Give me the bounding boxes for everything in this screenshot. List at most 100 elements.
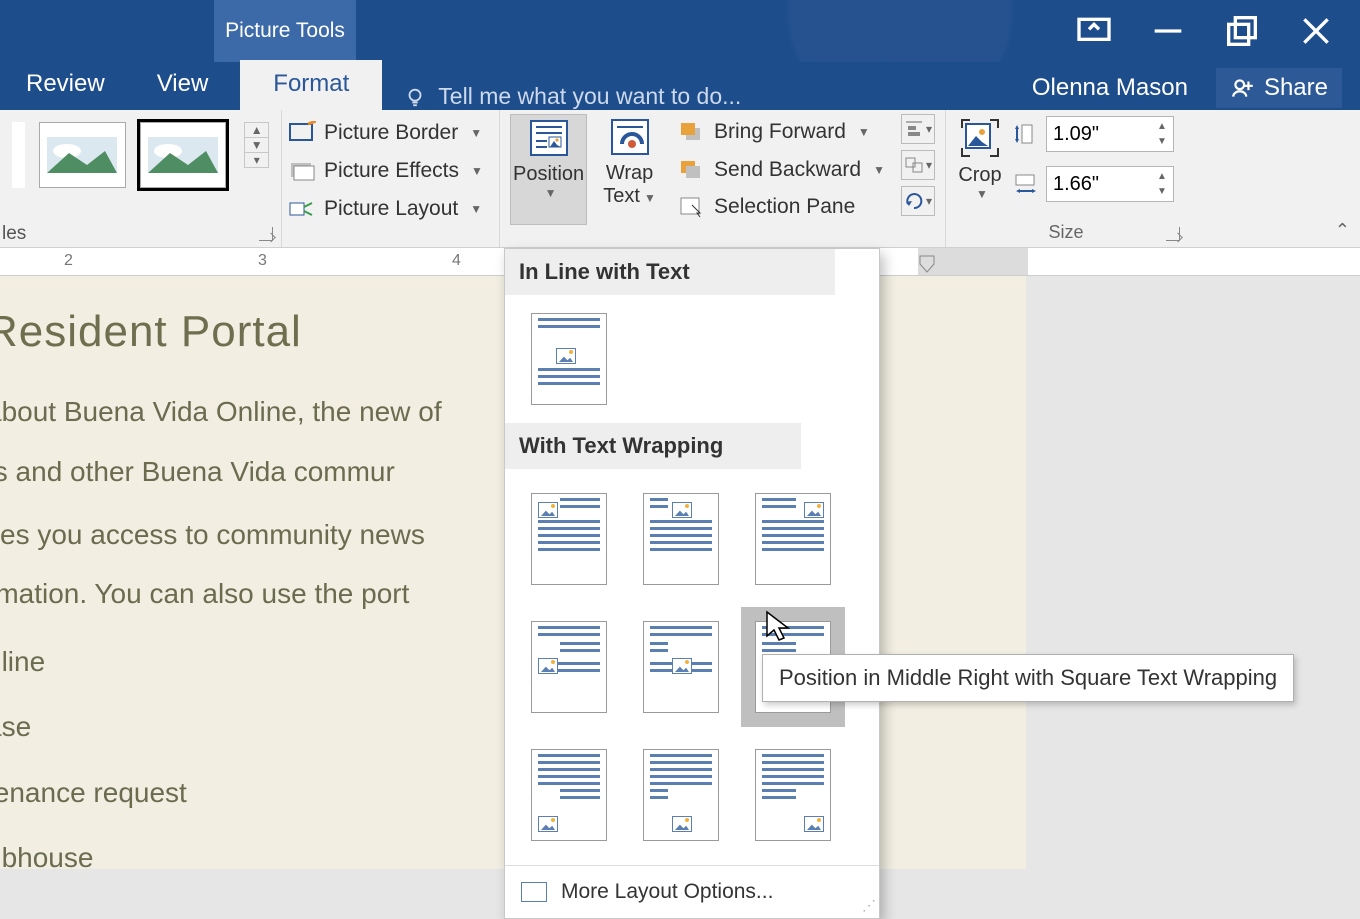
- position-inline-grid: [505, 295, 879, 423]
- height-icon: [1012, 122, 1040, 146]
- picture-effects-icon: [288, 159, 316, 183]
- align-icon: [904, 120, 924, 138]
- position-top-center[interactable]: [643, 493, 719, 585]
- styles-gallery[interactable]: ▲ ▼ ▾: [8, 116, 273, 194]
- picture-border-button[interactable]: Picture Border▼: [288, 114, 493, 152]
- bring-forward-button[interactable]: Bring Forward▼: [672, 114, 891, 150]
- position-inline-with-text[interactable]: [531, 313, 607, 405]
- position-section-inline-header: In Line with Text: [505, 249, 835, 295]
- gallery-scroll-down[interactable]: ▼: [245, 138, 268, 153]
- gallery-more[interactable]: ▾: [245, 153, 268, 167]
- picture-border-label: Picture Border: [324, 121, 458, 145]
- picture-layout-label: Picture Layout: [324, 197, 458, 221]
- rotate-button[interactable]: ▾: [901, 186, 935, 216]
- panel-resize-grip[interactable]: ⋰: [862, 897, 873, 914]
- crop-label: Crop: [958, 164, 1001, 187]
- send-backward-button[interactable]: Send Backward▼: [672, 152, 891, 188]
- height-up[interactable]: ▲: [1153, 119, 1171, 134]
- close-button[interactable]: [1296, 11, 1336, 51]
- gallery-scroll-up[interactable]: ▲: [245, 123, 268, 138]
- picture-effects-label: Picture Effects: [324, 159, 459, 183]
- tab-view[interactable]: View: [131, 60, 235, 110]
- more-layout-label: More Layout Options...: [561, 880, 773, 904]
- tell-me-search[interactable]: Tell me what you want to do...: [404, 83, 741, 110]
- selection-pane-icon: [678, 195, 706, 219]
- tab-format[interactable]: Format: [240, 60, 382, 110]
- tab-review[interactable]: Review: [0, 60, 131, 110]
- dimensions: 1.09" ▲▼ 1.66" ▲▼: [1012, 116, 1174, 202]
- gallery-scroll[interactable]: ▲ ▼ ▾: [244, 122, 269, 168]
- arrange-stack: Bring Forward▼ Send Backward▼ Selection …: [672, 114, 891, 225]
- picture-adjust-group: Picture Border▼ Picture Effects▼ Picture…: [282, 110, 500, 247]
- arrange-group: Position ▼ Wrap Text▼ Bring Forward▼ Sen…: [500, 110, 946, 247]
- ribbon: ▲ ▼ ▾ les Picture Border▼ Picture Effect…: [0, 110, 1360, 248]
- user-area: Olenna Mason Share: [1032, 68, 1342, 108]
- share-label: Share: [1264, 74, 1328, 102]
- style-thumb-cut[interactable]: [12, 122, 25, 188]
- position-top-right[interactable]: [755, 493, 831, 585]
- height-down[interactable]: ▼: [1153, 134, 1171, 149]
- share-button[interactable]: Share: [1216, 68, 1342, 108]
- align-column: ▾ ▾ ▾: [895, 114, 935, 225]
- align-button[interactable]: ▾: [901, 114, 935, 144]
- position-tooltip: Position in Middle Right with Square Tex…: [762, 654, 1294, 702]
- style-thumb-2-selected[interactable]: [140, 122, 227, 188]
- picture-effects-button[interactable]: Picture Effects▼: [288, 152, 493, 190]
- size-group: Crop ▼ 1.09" ▲▼ 1.66" ▲▼ Size: [946, 110, 1186, 247]
- crop-button[interactable]: Crop ▼: [958, 116, 1002, 201]
- position-bottom-right[interactable]: [755, 749, 831, 841]
- minimize-button[interactable]: [1148, 11, 1188, 51]
- position-dropdown-panel: In Line with Text With Text Wrapping: [504, 248, 880, 919]
- size-dialog-launcher[interactable]: [1166, 227, 1180, 241]
- bring-forward-icon: [678, 120, 706, 144]
- mouse-cursor-icon: [764, 610, 794, 649]
- ribbon-display-options-icon[interactable]: [1074, 11, 1114, 51]
- contextual-tab-label: Picture Tools: [225, 19, 345, 43]
- send-backward-icon: [678, 158, 706, 182]
- position-top-left[interactable]: [531, 493, 607, 585]
- tell-me-placeholder: Tell me what you want to do...: [438, 83, 741, 110]
- styles-dialog-launcher[interactable]: [259, 227, 273, 241]
- indent-marker-icon[interactable]: [918, 254, 936, 274]
- position-middle-center[interactable]: [643, 621, 719, 713]
- selection-pane-label: Selection Pane: [714, 195, 855, 219]
- styles-group-label: les: [2, 223, 26, 245]
- position-middle-left[interactable]: [531, 621, 607, 713]
- height-input[interactable]: 1.09" ▲▼: [1046, 116, 1174, 152]
- position-bottom-center[interactable]: [643, 749, 719, 841]
- picture-layout-button[interactable]: Picture Layout▼: [288, 190, 493, 228]
- size-group-label: Size: [946, 222, 1186, 243]
- more-layout-options[interactable]: More Layout Options...: [505, 865, 879, 918]
- window-controls: [1074, 0, 1360, 62]
- bring-forward-label: Bring Forward: [714, 120, 846, 144]
- contextual-tab-picture-tools: Picture Tools: [214, 0, 356, 62]
- wrap-text-button[interactable]: Wrap Text▼: [591, 114, 668, 225]
- wrap-text-icon: [608, 118, 652, 158]
- crop-icon: [958, 116, 1002, 160]
- collapse-ribbon-icon[interactable]: ⌃: [1335, 220, 1350, 241]
- width-down[interactable]: ▼: [1153, 184, 1171, 199]
- height-value: 1.09": [1053, 123, 1099, 146]
- group-button[interactable]: ▾: [901, 150, 935, 180]
- user-name[interactable]: Olenna Mason: [1032, 74, 1188, 102]
- picture-styles-group: ▲ ▼ ▾ les: [0, 110, 282, 247]
- position-section-wrap-header: With Text Wrapping: [505, 423, 801, 469]
- picture-layout-icon: [288, 197, 316, 221]
- rotate-icon: [904, 192, 924, 210]
- send-backward-label: Send Backward: [714, 158, 861, 182]
- restore-button[interactable]: [1222, 11, 1262, 51]
- picture-border-icon: [288, 121, 316, 145]
- ruler-mark-3: 3: [258, 252, 267, 270]
- position-button[interactable]: Position ▼: [510, 114, 587, 225]
- title-bar: Picture Tools: [0, 0, 1360, 62]
- position-icon: [527, 119, 571, 159]
- group-icon: [904, 156, 924, 174]
- selection-pane-button[interactable]: Selection Pane: [672, 189, 891, 225]
- share-icon: [1230, 75, 1256, 101]
- ribbon-tabs: Review View Format Tell me what you want…: [0, 62, 1360, 110]
- width-input[interactable]: 1.66" ▲▼: [1046, 166, 1174, 202]
- position-bottom-left[interactable]: [531, 749, 607, 841]
- style-thumb-1[interactable]: [39, 122, 126, 188]
- width-up[interactable]: ▲: [1153, 169, 1171, 184]
- width-row: 1.66" ▲▼: [1012, 166, 1174, 202]
